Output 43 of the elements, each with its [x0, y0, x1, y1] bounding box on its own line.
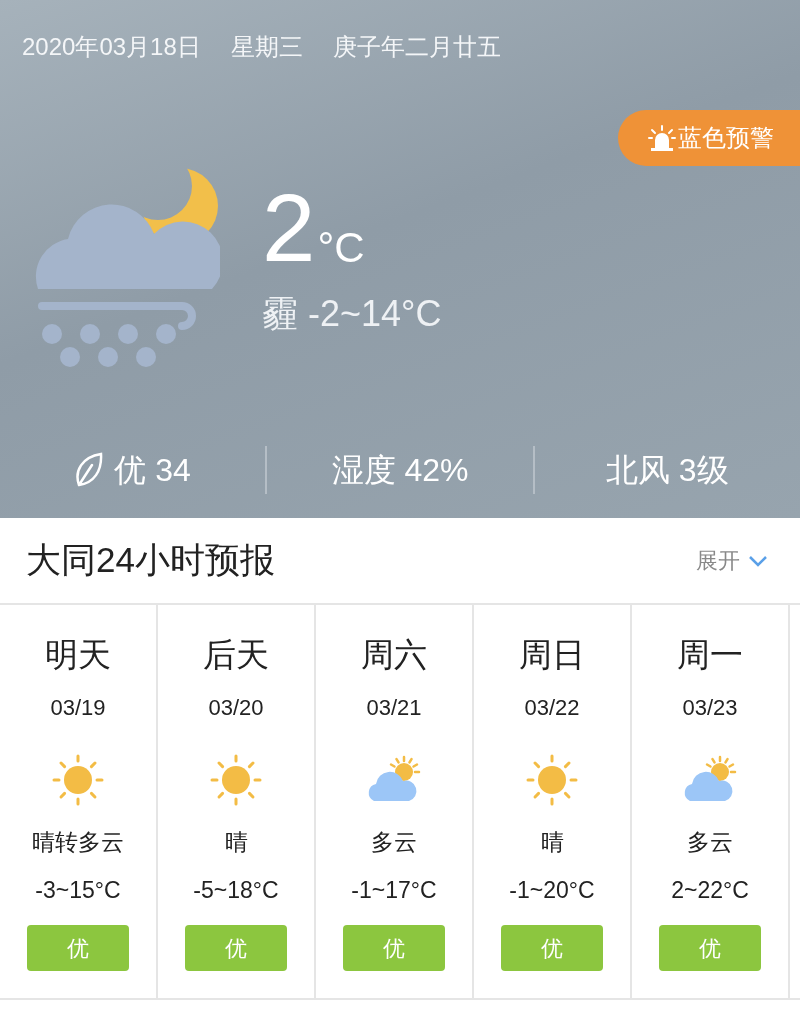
expand-button[interactable]: 展开 — [696, 544, 768, 577]
sun-icon — [51, 753, 105, 807]
air-quality-badge: 优 — [343, 925, 445, 971]
day-date: 03/21 — [366, 694, 422, 722]
air-quality-badge: 优 — [659, 925, 761, 971]
date-text: 2020年03月18日 — [22, 32, 201, 62]
condition-text: 晴转多云 — [32, 828, 124, 857]
temperature-range: -1~20°C — [509, 876, 595, 905]
day-name: 明天 — [45, 635, 111, 675]
day-name: 后天 — [203, 635, 269, 675]
temperature-range: -1~17°C — [351, 876, 437, 905]
condition-text: 晴 — [224, 828, 248, 857]
leaf-icon — [74, 451, 105, 489]
temperature-range: -3~15°C — [35, 876, 121, 905]
day-date: 03/23 — [682, 694, 738, 722]
day-name: 周日 — [519, 635, 585, 675]
forecast-title: 大同24小时预报 — [26, 539, 275, 582]
day-name: 周一 — [677, 635, 743, 675]
lunar-date-text: 庚子年二月廿五 — [332, 32, 501, 62]
stat-text: 北风 3级 — [605, 451, 729, 490]
sun-icon — [209, 753, 263, 807]
weekday-text: 星期三 — [230, 32, 303, 62]
air-quality-badge: 优 — [185, 925, 287, 971]
sun-icon — [525, 753, 579, 807]
unit-text: °C — [317, 226, 365, 270]
stat-text: 湿度 42% — [331, 451, 469, 490]
day-date: 03/19 — [50, 694, 106, 722]
day-date: 03/22 — [524, 694, 580, 722]
alarm-light-icon — [648, 124, 676, 152]
stat-text: 优 34 — [114, 451, 191, 490]
air-quality-badge: 优 — [501, 925, 603, 971]
alert-badge[interactable]: 蓝色预警 — [618, 110, 800, 166]
temperature-text: 2 — [262, 186, 316, 270]
condition-text: 多云 — [371, 828, 417, 857]
day-name: 周六 — [361, 635, 427, 675]
temperature-range: 2~22°C — [671, 876, 749, 905]
air-quality-badge: 优 — [27, 925, 129, 971]
temperature-range: -5~18°C — [193, 876, 279, 905]
chevron-down-icon — [748, 554, 768, 567]
condition-text: 晴 — [540, 828, 564, 857]
condition-summary: 霾 -2~14°C — [262, 292, 442, 336]
day-date: 03/20 — [208, 694, 264, 722]
condition-text: 多云 — [687, 828, 733, 857]
